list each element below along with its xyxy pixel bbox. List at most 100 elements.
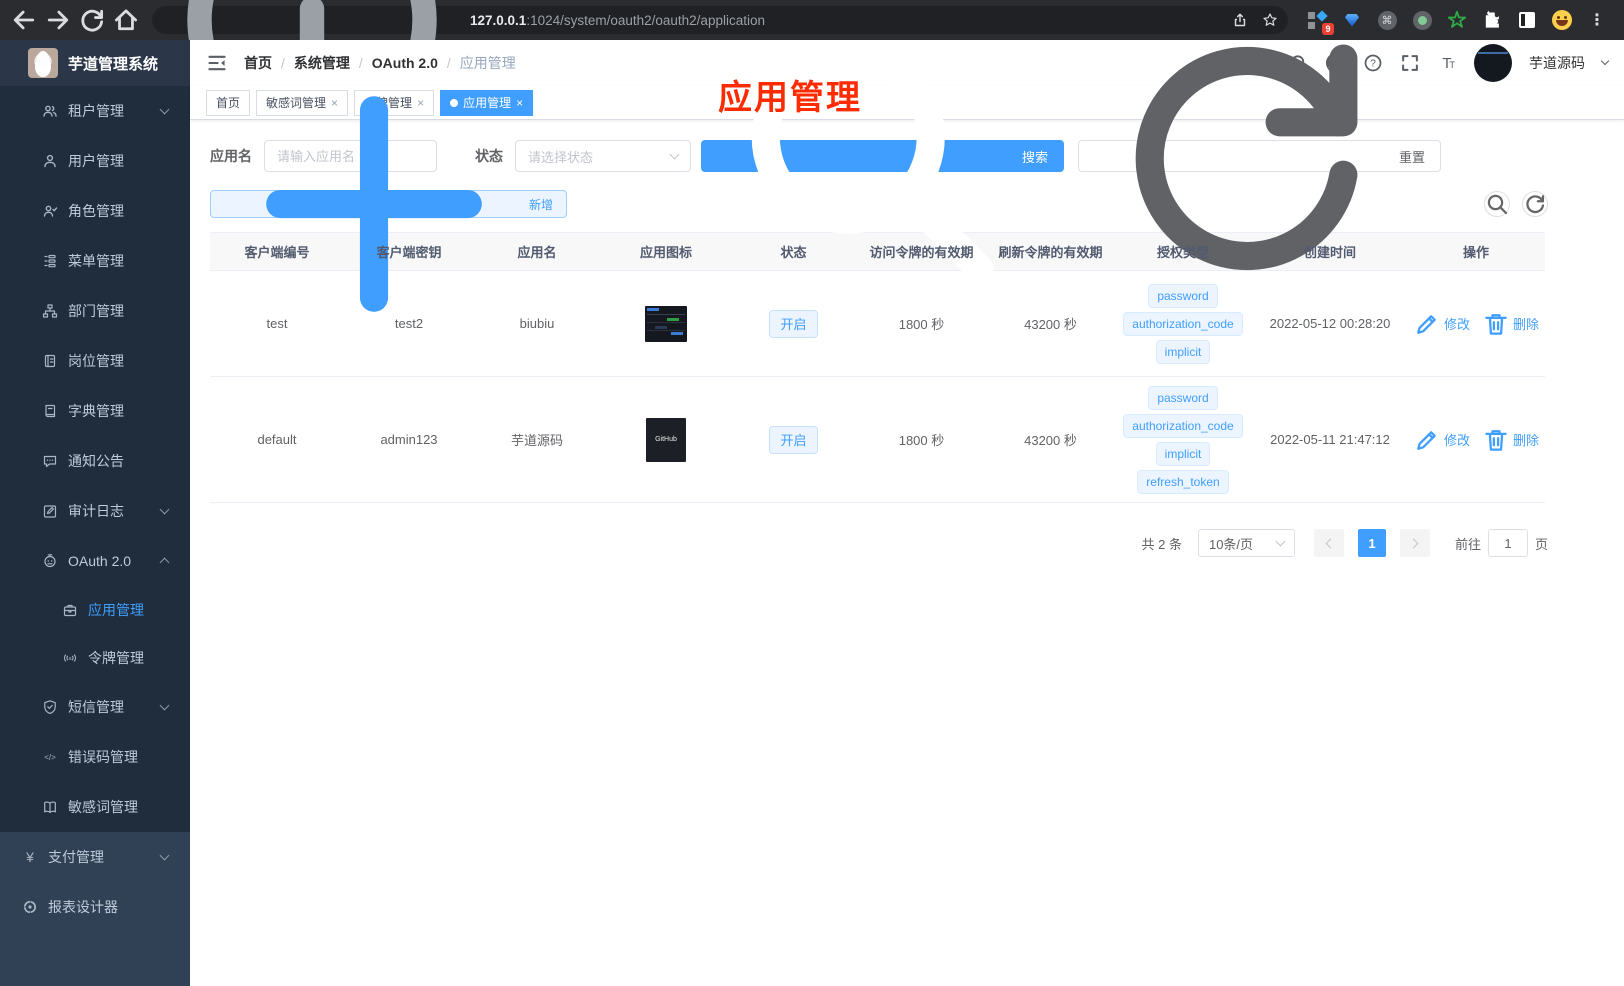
chevron-down-icon <box>669 149 680 160</box>
dictionary-icon <box>42 403 58 419</box>
cell-access-validity: 1800 秒 <box>898 317 945 332</box>
record-extension-icon[interactable] <box>1411 9 1433 31</box>
badge-icon <box>42 353 58 369</box>
cell-app-name: 芋道源码 <box>510 433 563 448</box>
table-row: default admin123 芋道源码 GitHub 开启 1800 秒 4… <box>210 377 1545 503</box>
status-select[interactable]: 请选择状态 <box>515 140 691 172</box>
fullscreen-icon[interactable] <box>1400 53 1420 73</box>
cell-access-validity: 1800 秒 <box>898 433 945 448</box>
delete-button[interactable]: 删除 <box>1482 310 1539 338</box>
edit-button[interactable]: 修改 <box>1413 310 1470 338</box>
refresh-table-button[interactable] <box>1522 191 1548 217</box>
reset-button[interactable]: 重置 <box>1078 44 1442 271</box>
cell-grant-types: password authorization_code implicit <box>1113 282 1253 366</box>
sidebar-item-notice[interactable]: 通知公告 <box>0 436 190 486</box>
tree-list-icon <box>42 253 58 269</box>
total-count: 共 2 条 <box>1141 536 1182 552</box>
delete-button[interactable]: 删除 <box>1482 426 1539 454</box>
svg-text:</>: </> <box>44 753 56 762</box>
status-tag[interactable]: 开启 <box>769 425 818 454</box>
font-size-icon[interactable]: TT <box>1437 53 1457 73</box>
page-number-button[interactable]: 1 <box>1357 529 1386 557</box>
star-extension-icon[interactable] <box>1446 9 1468 31</box>
sidebar-item-user[interactable]: 用户管理 <box>0 136 190 186</box>
briefcase-icon <box>62 602 78 618</box>
grant-type-tag: password <box>1148 283 1218 308</box>
sidebar: 芋道管理系统 租户管理 用户管理 角色管理 菜单管理 部门管理 岗位管理 字典管… <box>0 40 190 986</box>
sidebar-item-role[interactable]: 角色管理 <box>0 186 190 236</box>
cell-create-time: 2022-05-12 00:28:20 <box>1269 316 1391 331</box>
next-page-button[interactable] <box>1399 529 1430 557</box>
sidebar-item-sms[interactable]: 短信管理 <box>0 682 190 732</box>
add-button[interactable]: 新增 <box>210 96 568 312</box>
chevron-down-icon <box>159 504 170 515</box>
cell-status: 开启 <box>732 309 855 338</box>
edit-log-icon <box>42 503 58 519</box>
users-icon <box>42 103 58 119</box>
sidebar-item-menu[interactable]: 菜单管理 <box>0 236 190 286</box>
system-submenu: 租户管理 用户管理 角色管理 菜单管理 部门管理 岗位管理 字典管理 通知公告 … <box>0 86 190 832</box>
user-avatar[interactable] <box>1474 44 1512 82</box>
chevron-up-icon <box>159 557 170 568</box>
sidebar-item-dict[interactable]: 字典管理 <box>0 386 190 436</box>
sidebar-item-oauth-application[interactable]: 应用管理 <box>0 586 190 634</box>
browser-menu-icon[interactable]: ⋮ <box>1586 9 1608 31</box>
grant-type-tag: authorization_code <box>1123 413 1243 438</box>
username-label[interactable]: 芋道源码 <box>1529 53 1585 73</box>
app-logo[interactable]: 芋道管理系统 <box>0 40 190 86</box>
profile-avatar-emoji[interactable] <box>1551 9 1573 31</box>
svg-text:T: T <box>1449 60 1455 70</box>
sidebar-item-report[interactable]: 报表设计器 <box>0 882 190 932</box>
reload-icon[interactable] <box>78 6 106 34</box>
open-book-icon <box>42 799 58 815</box>
chevron-down-icon <box>159 850 170 861</box>
red-annotation-title: 应用管理 <box>718 79 862 117</box>
app-title: 芋道管理系统 <box>68 55 159 73</box>
cell-refresh-validity: 43200 秒 <box>1024 433 1077 448</box>
shield-icon <box>42 699 58 715</box>
cell-app-name: biubiu <box>519 316 555 331</box>
grant-type-tag: implicit <box>1155 441 1211 466</box>
back-icon[interactable] <box>10 6 38 34</box>
edit-button[interactable]: 修改 <box>1413 426 1470 454</box>
grant-type-tag: password <box>1148 385 1218 410</box>
cell-status: 开启 <box>732 425 855 454</box>
page-size-select[interactable]: 10条/页 <box>1197 529 1295 557</box>
cell-client-secret: test2 <box>394 316 424 331</box>
grant-type-tag: implicit <box>1155 339 1211 364</box>
toggle-search-button[interactable] <box>1484 191 1510 217</box>
sidebar-item-post[interactable]: 岗位管理 <box>0 336 190 386</box>
cell-actions: 修改 删除 <box>1407 310 1545 338</box>
home-icon[interactable] <box>112 6 140 34</box>
sidebar-item-oauth-token[interactable]: a 令牌管理 <box>0 634 190 682</box>
sidebar-item-oauth[interactable]: OAuth 2.0 <box>0 536 190 586</box>
sidebar-menu: 租户管理 用户管理 角色管理 菜单管理 部门管理 岗位管理 字典管理 通知公告 … <box>0 86 190 986</box>
code-icon: </> <box>42 749 58 765</box>
org-tree-icon <box>42 303 58 319</box>
goto-page-input[interactable] <box>1487 529 1528 557</box>
svg-text:a: a <box>68 656 72 662</box>
pagination: 共 2 条 10条/页 1 前往 页 <box>210 529 1548 557</box>
split-view-icon[interactable] <box>1516 9 1538 31</box>
report-designer-icon <box>22 899 38 915</box>
puzzle-extensions-icon[interactable] <box>1481 9 1503 31</box>
sidebar-item-dept[interactable]: 部门管理 <box>0 286 190 336</box>
status-tag[interactable]: 开启 <box>769 309 818 338</box>
chevron-down-icon <box>159 700 170 711</box>
sidebar-item-errorcode[interactable]: </> 错误码管理 <box>0 732 190 782</box>
sidebar-item-sensitive[interactable]: 敏感词管理 <box>0 782 190 832</box>
sidebar-item-pay[interactable]: ¥ 支付管理 <box>0 832 190 882</box>
sidebar-item-audit[interactable]: 审计日志 <box>0 486 190 536</box>
chevron-down-icon[interactable] <box>1600 56 1610 66</box>
prev-page-button[interactable] <box>1313 529 1344 557</box>
cell-create-time: 2022-05-11 21:47:12 <box>1270 432 1390 447</box>
svg-text:¥: ¥ <box>25 849 34 865</box>
app-icon-thumbnail: GitHub <box>646 417 686 462</box>
search-button[interactable]: 搜索 <box>701 40 1065 283</box>
chevron-down-icon <box>1275 536 1286 547</box>
grant-type-tag: refresh_token <box>1137 469 1229 494</box>
logo-image <box>28 48 58 78</box>
signal-icon: a <box>62 650 78 666</box>
forward-icon[interactable] <box>44 6 72 34</box>
sidebar-item-tenant[interactable]: 租户管理 <box>0 86 190 136</box>
